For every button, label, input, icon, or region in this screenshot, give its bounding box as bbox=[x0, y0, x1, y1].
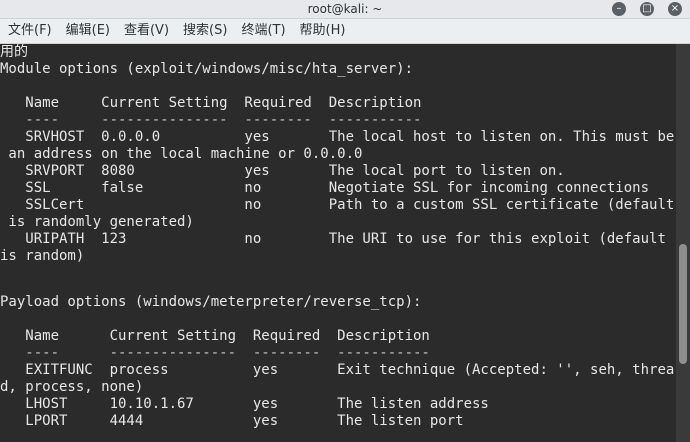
terminal-line: is randomly generated) bbox=[0, 214, 194, 230]
terminal-window: root@kali: ~ – □ × 文件(F) 编辑(E) 查看(V) 搜索(… bbox=[0, 0, 690, 442]
terminal-line: 用的 bbox=[0, 44, 28, 60]
minimize-button[interactable]: – bbox=[612, 2, 626, 16]
scrollbar-thumb[interactable] bbox=[679, 244, 687, 364]
terminal-line: SRVPORT 8080 yes The local port to liste… bbox=[0, 163, 565, 179]
menu-view[interactable]: 查看(V) bbox=[124, 19, 169, 43]
terminal-line: ---- --------------- -------- ----------… bbox=[0, 112, 422, 128]
terminal-line: Module options (exploit/windows/misc/hta… bbox=[0, 61, 414, 77]
terminal-line: LHOST 10.10.1.67 yes The listen address bbox=[0, 396, 489, 412]
vertical-scrollbar[interactable] bbox=[676, 44, 690, 442]
menu-bar: 文件(F) 编辑(E) 查看(V) 搜索(S) 终端(T) 帮助(H) bbox=[0, 19, 690, 44]
close-button[interactable]: × bbox=[668, 2, 682, 16]
terminal-line: d, process, none) bbox=[0, 379, 144, 395]
terminal-line: LPORT 4444 yes The listen port bbox=[0, 413, 464, 429]
title-bar[interactable]: root@kali: ~ – □ × bbox=[0, 0, 690, 19]
terminal-output[interactable]: 用的 Module options (exploit/windows/misc/… bbox=[0, 44, 676, 442]
menu-terminal[interactable]: 终端(T) bbox=[241, 19, 285, 43]
terminal-line: Name Current Setting Required Descriptio… bbox=[0, 328, 430, 344]
terminal-line: ---- --------------- -------- ----------… bbox=[0, 345, 430, 361]
menu-file[interactable]: 文件(F) bbox=[8, 19, 52, 43]
terminal-line: SSL false no Negotiate SSL for incoming … bbox=[0, 180, 650, 196]
terminal-line: URIPATH 123 no The URI to use for this e… bbox=[0, 231, 666, 247]
maximize-button[interactable]: □ bbox=[640, 2, 654, 16]
menu: 文件(F) 编辑(E) 查看(V) 搜索(S) 终端(T) 帮助(H) bbox=[0, 19, 345, 43]
terminal-line: SRVHOST 0.0.0.0 yes The local host to li… bbox=[0, 129, 675, 145]
terminal-line: Payload options (windows/meterpreter/rev… bbox=[0, 294, 422, 310]
menu-edit[interactable]: 编辑(E) bbox=[66, 19, 110, 43]
terminal-line: Name Current Setting Required Descriptio… bbox=[0, 95, 422, 111]
menu-help[interactable]: 帮助(H) bbox=[300, 19, 346, 43]
terminal-line: EXITFUNC process yes Exit technique (Acc… bbox=[0, 362, 675, 378]
terminal-line: SSLCert no Path to a custom SSL certific… bbox=[0, 197, 675, 213]
terminal-line: an address on the local machine or 0.0.0… bbox=[0, 146, 363, 162]
window-controls: – □ × bbox=[612, 0, 682, 18]
window-title: root@kali: ~ bbox=[307, 2, 383, 16]
menu-search[interactable]: 搜索(S) bbox=[183, 19, 227, 43]
terminal-line: is random) bbox=[0, 248, 85, 264]
